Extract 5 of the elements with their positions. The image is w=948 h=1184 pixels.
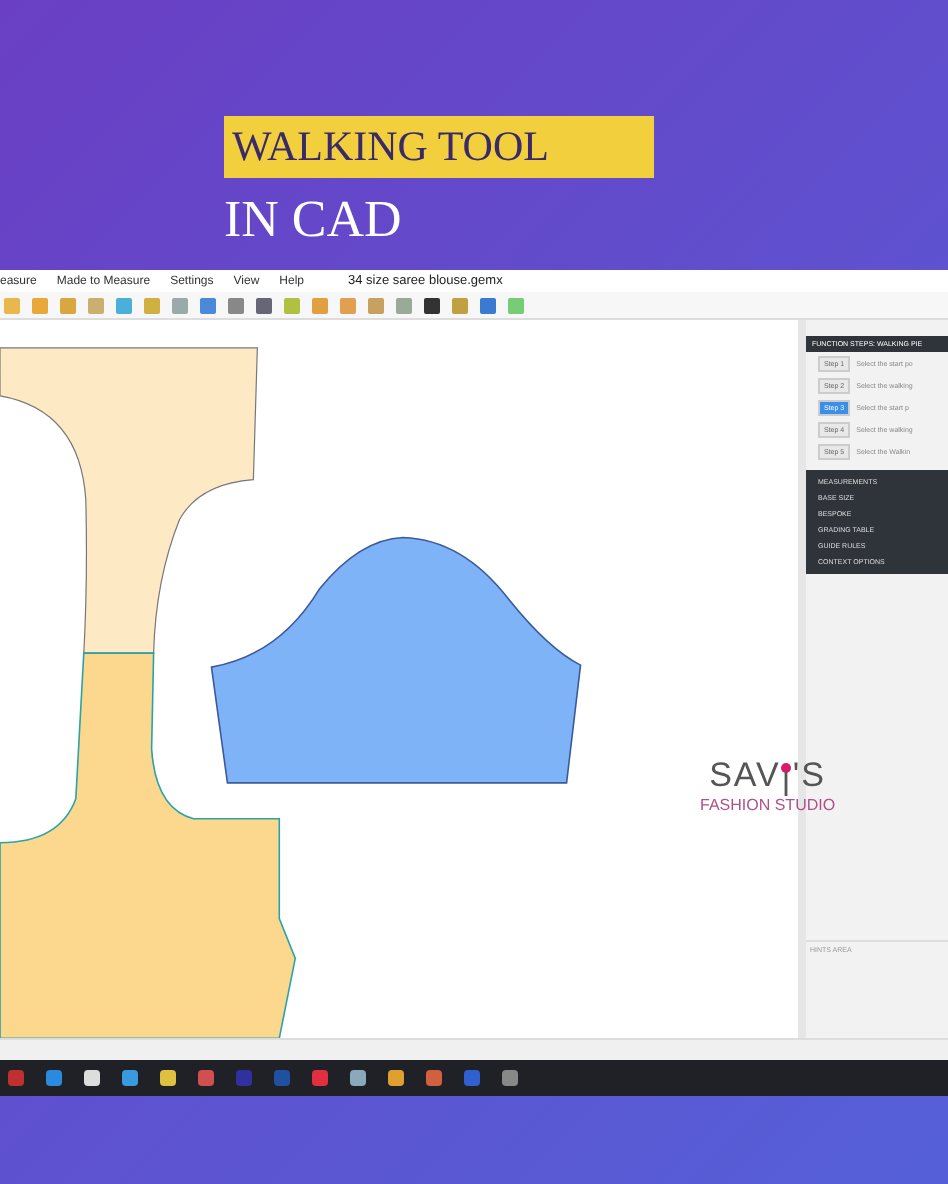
logo-text: 'S (792, 756, 826, 796)
logo-tagline: FASHION STUDIO (700, 796, 836, 814)
logo-text: SAV (709, 756, 781, 796)
banner-title: WALKING TOOL (224, 116, 654, 178)
banner-subtitle: IN CAD (224, 190, 404, 250)
